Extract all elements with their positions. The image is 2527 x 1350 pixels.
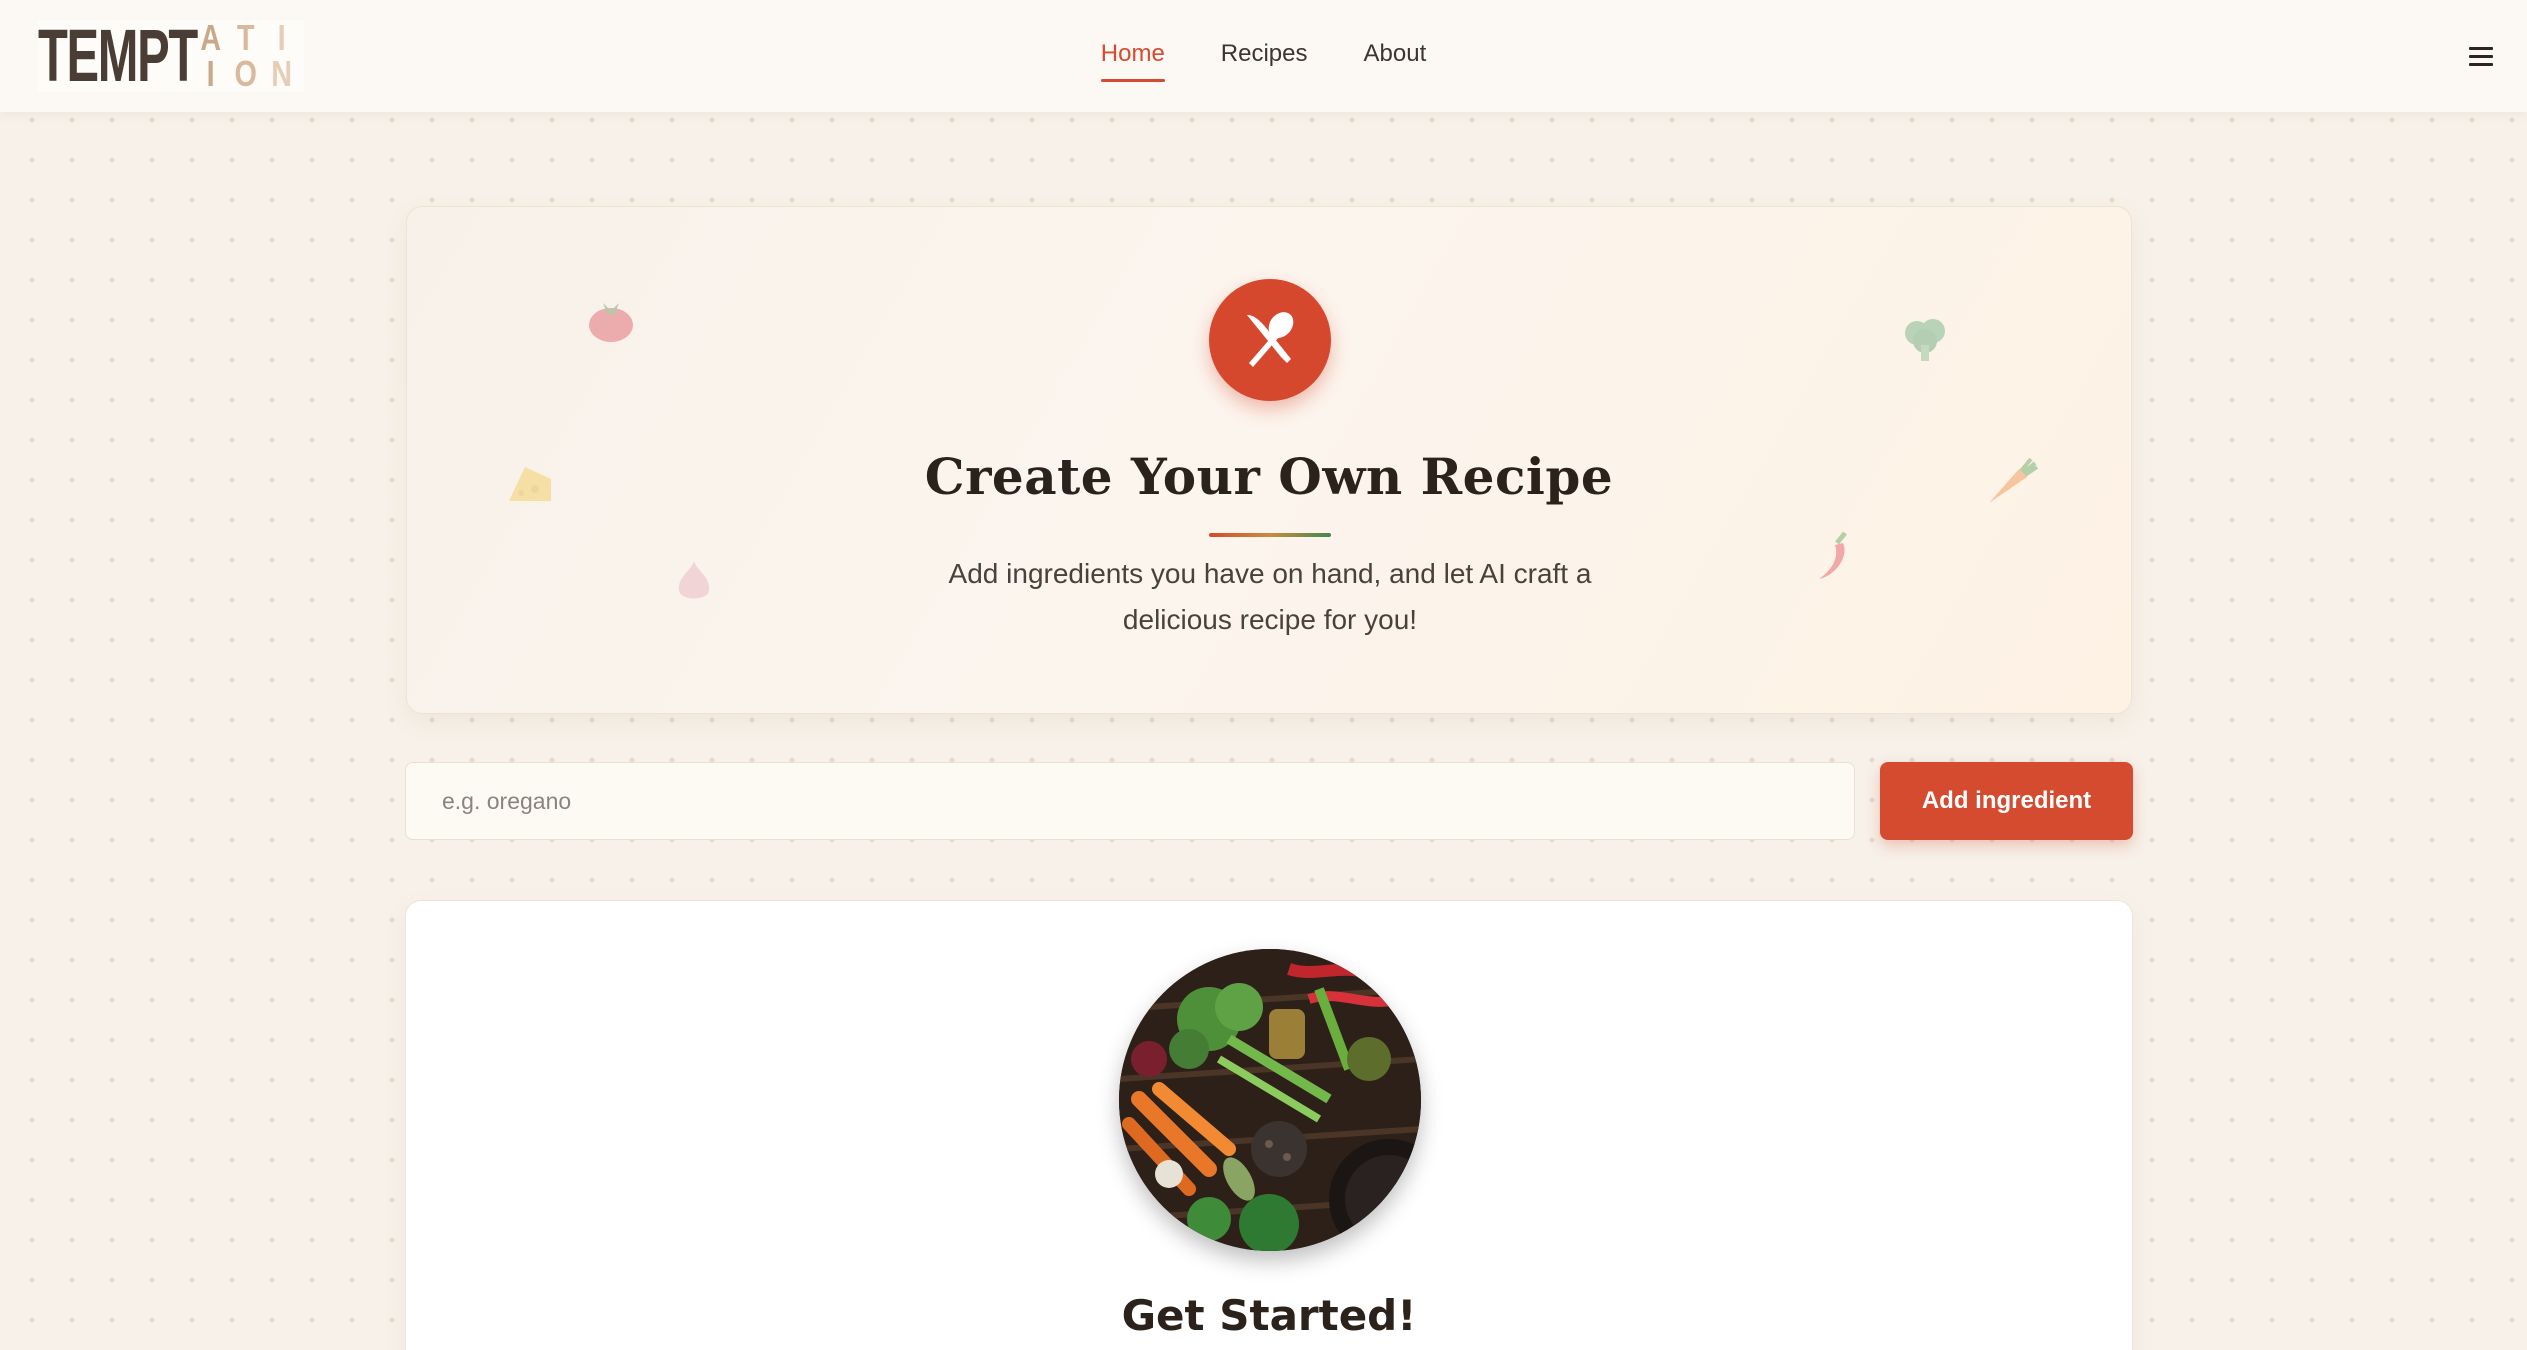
hero-card: Create Your Own Recipe Add ingredients y… bbox=[406, 206, 2132, 714]
nav-about[interactable]: About bbox=[1364, 34, 1427, 78]
broccoli-icon bbox=[1905, 319, 1945, 361]
ingredient-input[interactable] bbox=[405, 762, 1855, 840]
main-nav: Home Recipes About bbox=[0, 34, 2527, 82]
tomato-icon bbox=[589, 303, 633, 342]
nav-recipes[interactable]: Recipes bbox=[1221, 34, 1308, 78]
nav-home[interactable]: Home bbox=[1100, 34, 1165, 82]
title-divider bbox=[1209, 533, 1331, 537]
get-started-title: Get Started! bbox=[1121, 1291, 1417, 1340]
get-started-card: Get Started! bbox=[405, 900, 2133, 1350]
hamburger-menu-icon[interactable] bbox=[2463, 38, 2499, 74]
utensils-icon bbox=[1209, 279, 1331, 401]
chili-pepper-icon bbox=[1819, 531, 1847, 579]
garlic-icon bbox=[678, 561, 710, 599]
page-title: Create Your Own Recipe bbox=[924, 447, 1614, 506]
hero-subtitle: Add ingredients you have on hand, and le… bbox=[948, 558, 1592, 635]
site-header: TEMPT A T I I O N Home Recipes About bbox=[0, 0, 2527, 112]
add-ingredient-button[interactable]: Add ingredient bbox=[1880, 762, 2133, 840]
vegetables-photo bbox=[1119, 949, 1421, 1251]
